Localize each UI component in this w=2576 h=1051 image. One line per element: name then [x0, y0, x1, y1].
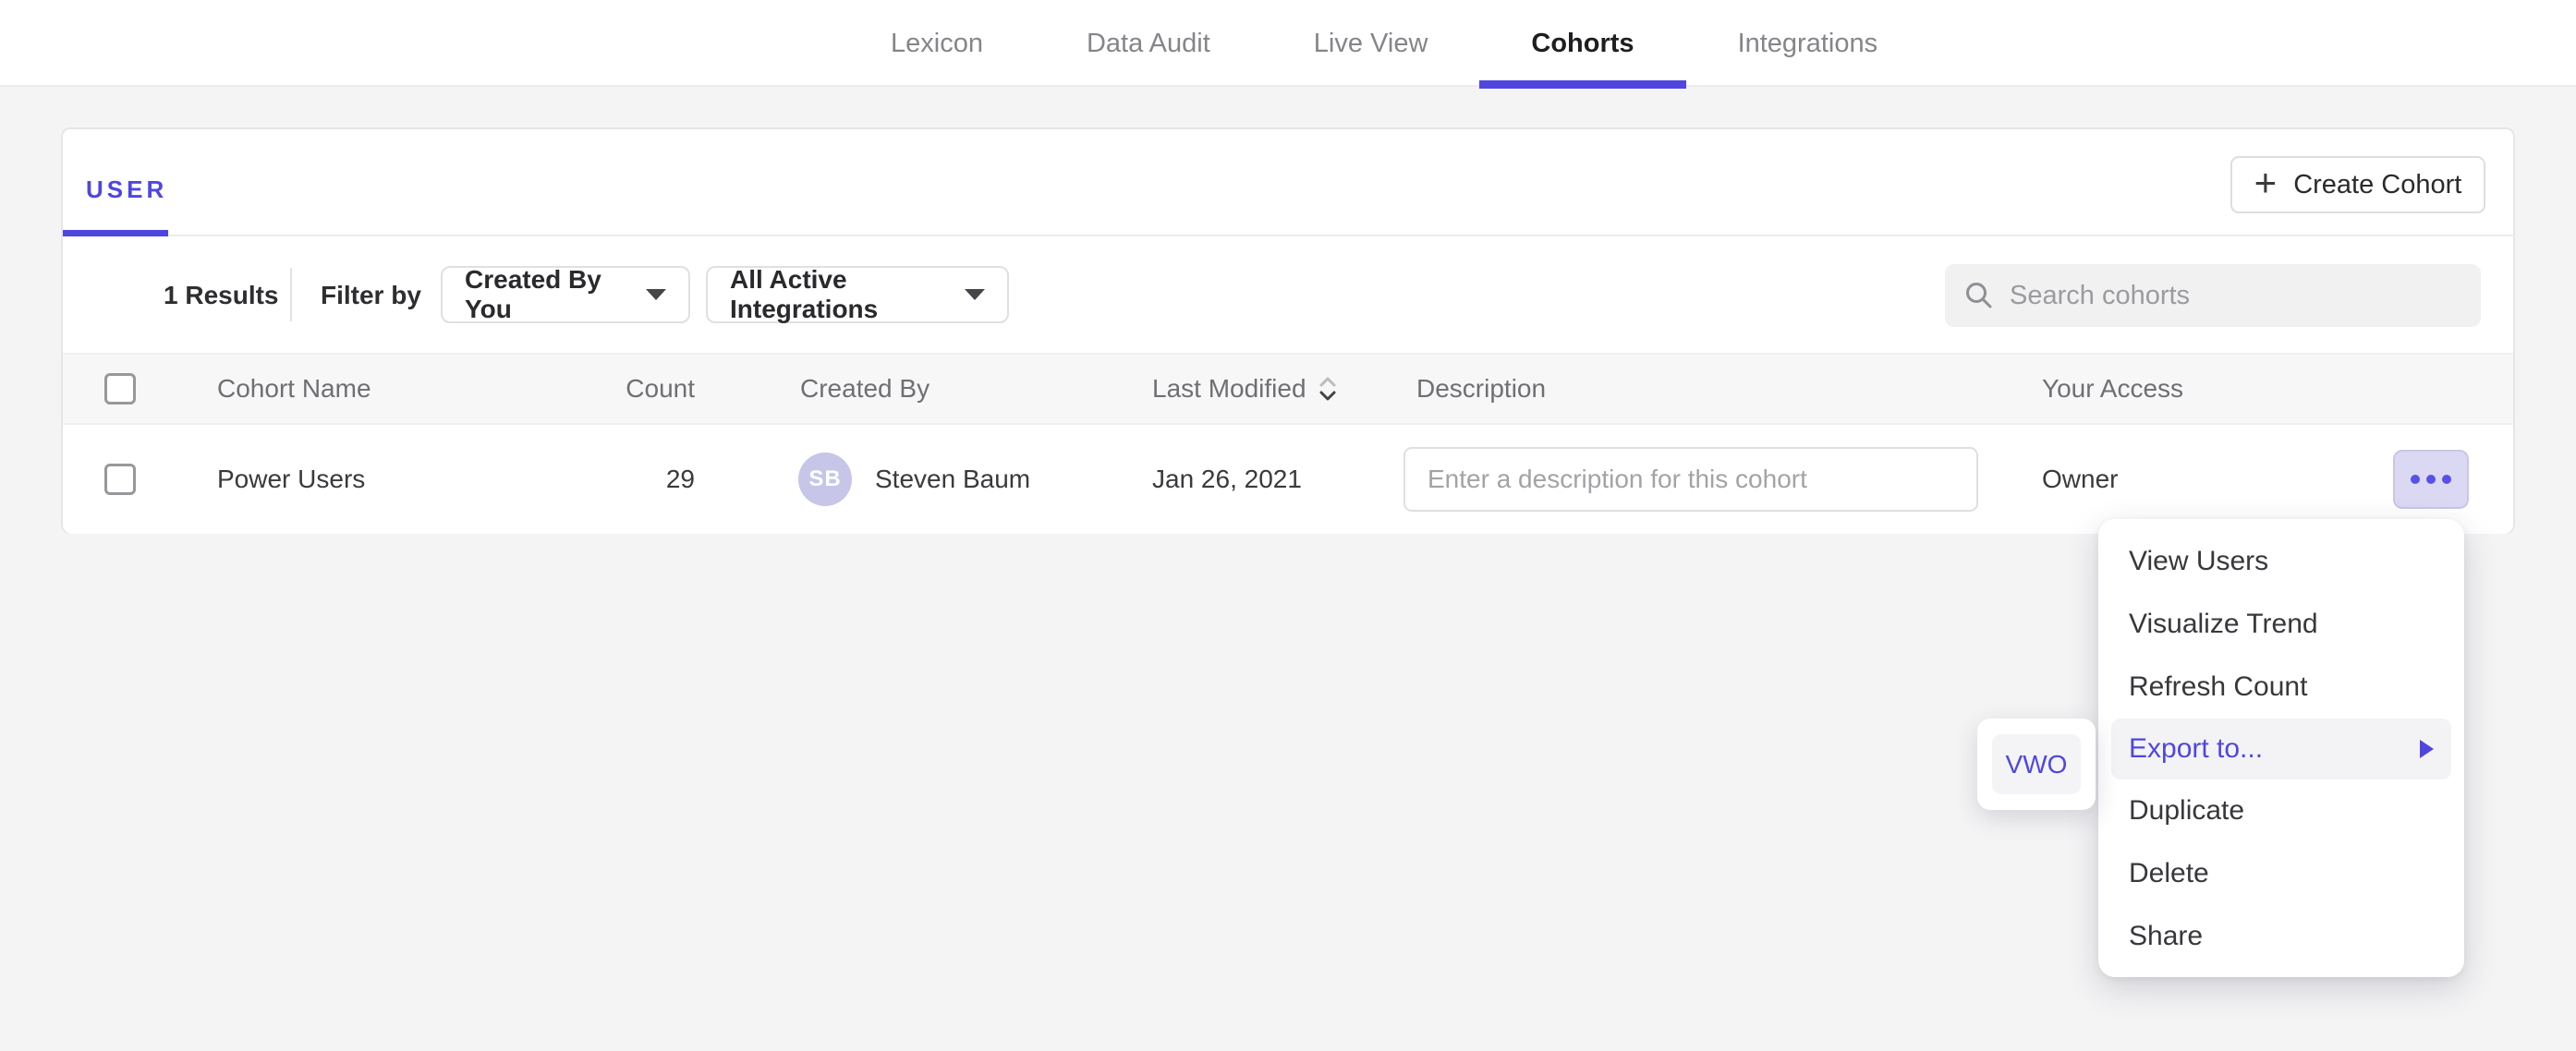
nav-tab-cohorts[interactable]: Cohorts: [1479, 0, 1685, 87]
submenu-item-vwo[interactable]: VWO: [1992, 734, 2081, 794]
menu-item-export-to[interactable]: Export to...: [2111, 719, 2451, 779]
filter-by-label: Filter by: [321, 281, 421, 310]
top-navigation-bar: Lexicon Data Audit Live View Cohorts Int…: [0, 0, 2576, 87]
cohort-name-link[interactable]: Power Users: [217, 465, 365, 494]
dots-menu-icon: [2426, 475, 2436, 484]
integrations-dropdown-value: All Active Integrations: [730, 265, 946, 324]
menu-item-view-users[interactable]: View Users: [2098, 530, 2464, 593]
access-value: Owner: [2042, 465, 2118, 494]
menu-item-share[interactable]: Share: [2098, 905, 2464, 968]
last-modified-date: Jan 26, 2021: [1152, 465, 1302, 494]
dots-menu-icon: [2411, 475, 2420, 484]
menu-item-visualize-trend[interactable]: Visualize Trend: [2098, 593, 2464, 656]
nav-tab-data-audit[interactable]: Data Audit: [1035, 0, 1262, 87]
menu-item-duplicate[interactable]: Duplicate: [2098, 779, 2464, 842]
nav-tab-live-view[interactable]: Live View: [1262, 0, 1480, 87]
search-cohorts-box[interactable]: [1945, 264, 2481, 327]
sort-icon: [1318, 375, 1338, 403]
integrations-dropdown[interactable]: All Active Integrations: [706, 266, 1009, 323]
nav-tab-integrations[interactable]: Integrations: [1686, 0, 1930, 87]
main-nav: Lexicon Data Audit Live View Cohorts Int…: [839, 0, 1929, 87]
menu-item-refresh-count[interactable]: Refresh Count: [2098, 656, 2464, 719]
create-cohort-label: Create Cohort: [2293, 170, 2461, 200]
header-created-by: Created By: [800, 374, 930, 404]
header-last-modified[interactable]: Last Modified: [1152, 374, 1338, 404]
chevron-down-icon: [965, 289, 985, 300]
row-actions-menu: View Users Visualize Trend Refresh Count…: [2098, 519, 2464, 977]
chevron-down-icon: [646, 289, 666, 300]
tab-user-underline: [63, 230, 168, 236]
created-by-name: Steven Baum: [875, 465, 1030, 494]
table-row: Power Users 29 SB Steven Baum Jan 26, 20…: [63, 425, 2513, 534]
filter-divider: [290, 268, 292, 321]
create-cohort-button[interactable]: + Create Cohort: [2230, 156, 2485, 213]
header-count: Count: [506, 374, 695, 404]
select-all-checkbox[interactable]: [104, 373, 136, 405]
description-input[interactable]: [1403, 447, 1978, 512]
header-cohort-name: Cohort Name: [217, 374, 371, 404]
export-submenu: VWO: [1977, 719, 2096, 810]
dots-menu-icon: [2442, 475, 2451, 484]
search-icon: [1963, 280, 1995, 311]
tab-user[interactable]: USER: [86, 175, 167, 204]
menu-item-delete[interactable]: Delete: [2098, 842, 2464, 905]
results-count: 1 Results: [164, 281, 279, 310]
row-actions-button[interactable]: [2393, 450, 2469, 509]
cohorts-card: USER + Create Cohort 1 Results Filter by…: [61, 127, 2515, 534]
submenu-arrow-icon: [2420, 740, 2434, 758]
cohort-count: 29: [506, 465, 695, 494]
avatar: SB: [798, 453, 852, 506]
row-checkbox[interactable]: [104, 464, 136, 495]
header-description: Description: [1416, 374, 1546, 404]
header-your-access: Your Access: [2042, 374, 2183, 404]
header-last-modified-label: Last Modified: [1152, 374, 1306, 404]
cohorts-page: Lexicon Data Audit Live View Cohorts Int…: [0, 0, 2576, 1051]
menu-item-export-to-label: Export to...: [2129, 733, 2263, 765]
cohort-type-tabstrip: USER + Create Cohort: [63, 129, 2513, 236]
created-by-dropdown[interactable]: Created By You: [441, 266, 690, 323]
table-header-row: Cohort Name Count Created By Last Modifi…: [63, 353, 2513, 425]
search-input[interactable]: [2010, 281, 2462, 311]
created-by-dropdown-value: Created By You: [465, 265, 627, 324]
nav-tab-lexicon[interactable]: Lexicon: [839, 0, 1035, 87]
